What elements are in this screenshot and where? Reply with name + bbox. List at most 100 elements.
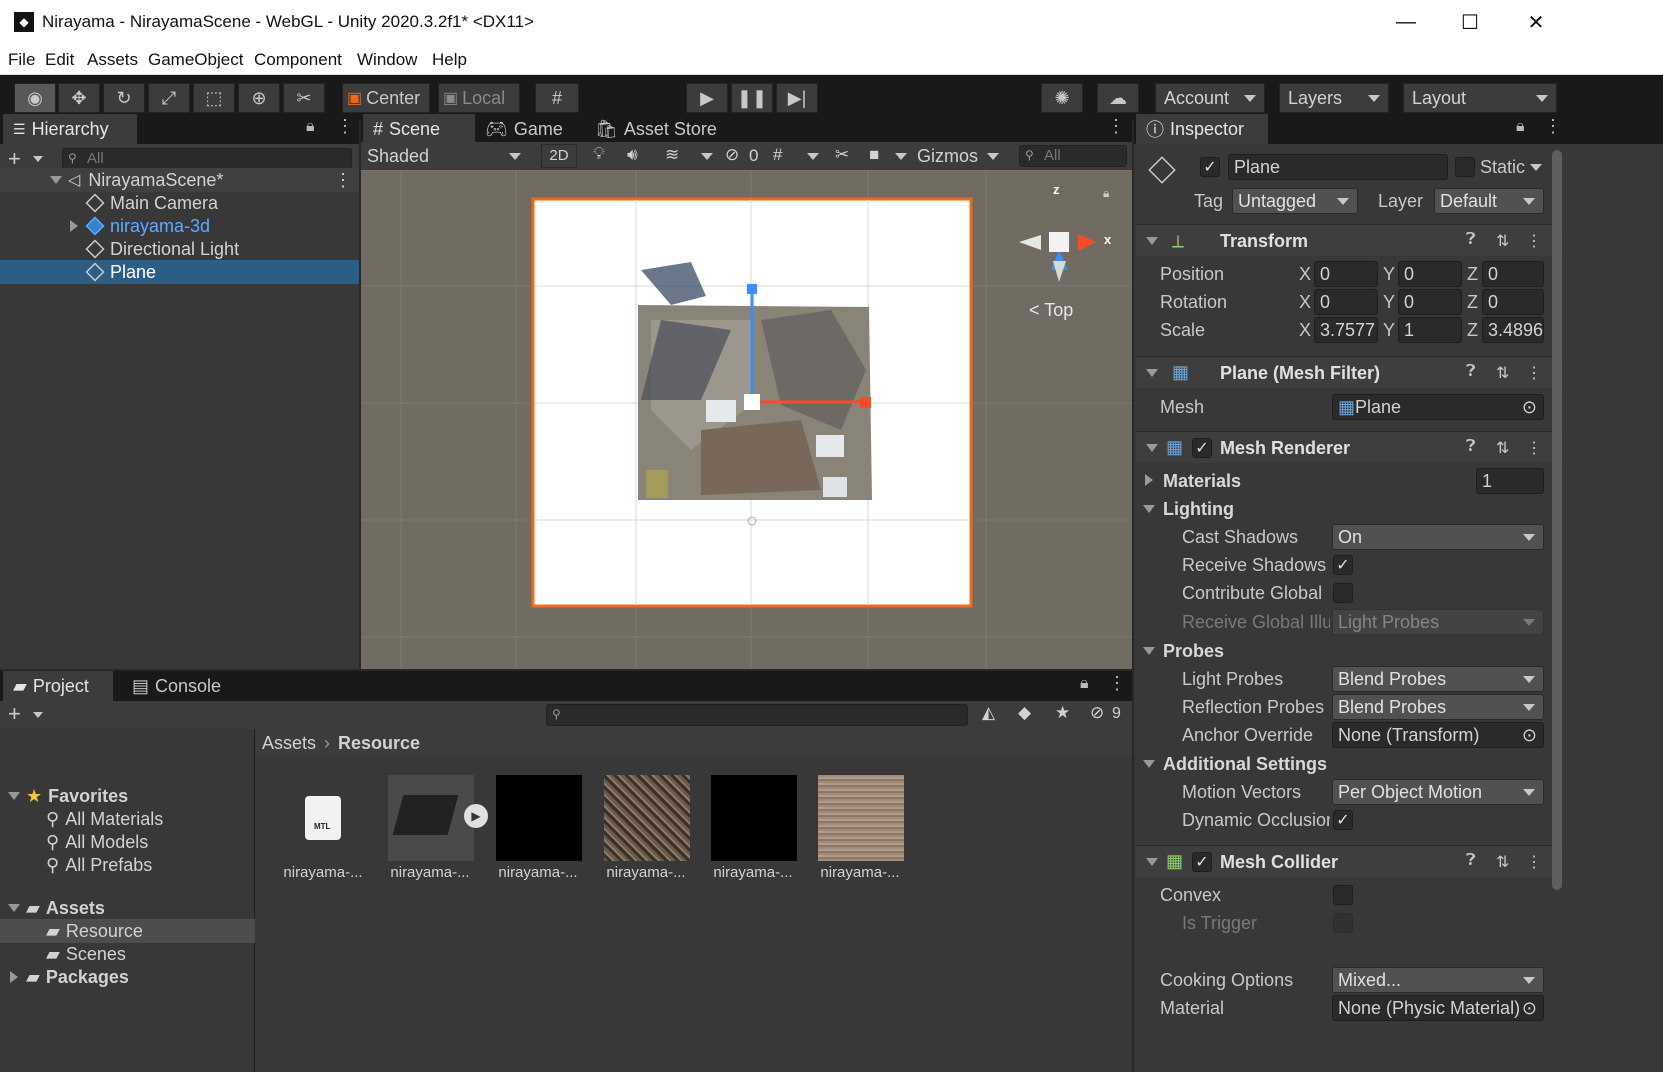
- object-picker-icon[interactable]: ⊙: [1522, 395, 1537, 419]
- tab-inspector[interactable]: ⓘ Inspector: [1136, 114, 1268, 144]
- mesh-renderer-header[interactable]: ▦ ✓ Mesh Renderer ❓︎ ⇅ ⋮: [1136, 431, 1563, 463]
- mode-2d-button[interactable]: 2D: [541, 144, 577, 168]
- kebab-menu-icon[interactable]: ⋮: [1526, 363, 1542, 383]
- expand-icon[interactable]: [8, 792, 20, 800]
- object-picker-icon[interactable]: ⊙: [1521, 996, 1537, 1020]
- collapse-icon[interactable]: [1143, 647, 1155, 655]
- menu-assets[interactable]: Assets: [87, 50, 138, 70]
- scene-row[interactable]: ◁ NirayamaScene* ⋮: [0, 168, 359, 192]
- expand-icon[interactable]: [70, 220, 78, 232]
- help-icon[interactable]: ❓︎: [1466, 231, 1476, 249]
- account-dropdown[interactable]: Account: [1155, 83, 1265, 113]
- folder-scenes[interactable]: ▰ Scenes: [0, 942, 126, 966]
- custom-tool-icon[interactable]: ✂: [283, 83, 325, 113]
- scale-x-field[interactable]: 3.7577: [1314, 317, 1378, 343]
- rotation-x-field[interactable]: 0: [1314, 289, 1378, 315]
- gizmos-dropdown[interactable]: Gizmos: [913, 142, 1003, 170]
- collapse-icon[interactable]: [1146, 444, 1158, 452]
- lock-icon[interactable]: 🔒︎: [1516, 118, 1525, 136]
- step-icon[interactable]: ▶|: [776, 83, 818, 113]
- mesh-renderer-enabled-checkbox[interactable]: ✓: [1192, 438, 1212, 458]
- presets-icon[interactable]: ⇅: [1496, 852, 1509, 872]
- chevron-down-icon[interactable]: [33, 156, 43, 162]
- maximize-icon[interactable]: ☐: [1450, 6, 1490, 38]
- additional-settings-foldout[interactable]: Additional Settings: [1163, 754, 1327, 775]
- scale-tool-icon[interactable]: ⤢: [148, 83, 190, 113]
- mesh-filter-header[interactable]: ▦ Plane (Mesh Filter) ❓︎ ⇅ ⋮: [1136, 356, 1563, 388]
- kebab-menu-icon[interactable]: ⋮: [1526, 231, 1542, 251]
- rotation-y-field[interactable]: 0: [1398, 289, 1462, 315]
- tab-hierarchy[interactable]: ☰ Hierarchy: [3, 114, 137, 144]
- menu-window[interactable]: Window: [357, 50, 417, 70]
- shading-mode-dropdown[interactable]: Shaded: [361, 142, 529, 170]
- chevron-down-icon[interactable]: [33, 712, 43, 718]
- mtl-file-icon[interactable]: MTL: [305, 796, 341, 840]
- convex-checkbox[interactable]: [1333, 885, 1353, 905]
- tools-icon[interactable]: ✂: [835, 145, 849, 165]
- hidden-objects-icon[interactable]: ⊘: [725, 145, 739, 165]
- rotation-z-field[interactable]: 0: [1482, 289, 1544, 315]
- close-icon[interactable]: ✕: [1516, 6, 1556, 38]
- view-orientation-label[interactable]: < Top: [1029, 300, 1073, 321]
- position-y-field[interactable]: 0: [1398, 261, 1462, 287]
- packages-folder[interactable]: ▰ Packages: [0, 965, 129, 989]
- static-checkbox[interactable]: [1455, 157, 1475, 177]
- help-icon[interactable]: ❓︎: [1466, 363, 1476, 381]
- mesh-collider-header[interactable]: ▦ ✓ Mesh Collider ❓︎ ⇅ ⋮: [1136, 845, 1563, 877]
- kebab-menu-icon[interactable]: ⋮: [1544, 116, 1562, 137]
- transform-tool-icon[interactable]: ⊕: [238, 83, 280, 113]
- lock-icon[interactable]: 🔒︎: [1080, 675, 1089, 693]
- help-icon[interactable]: ❓︎: [1466, 438, 1476, 456]
- receive-shadows-checkbox[interactable]: ✓: [1333, 555, 1353, 575]
- collapse-icon[interactable]: [1146, 858, 1158, 866]
- minimize-icon[interactable]: —: [1386, 6, 1426, 38]
- position-z-field[interactable]: 0: [1482, 261, 1544, 287]
- kebab-menu-icon[interactable]: ⋮: [1526, 438, 1542, 458]
- collapse-icon[interactable]: [1143, 760, 1155, 768]
- grid-snap-icon[interactable]: #: [535, 83, 579, 113]
- materials-foldout[interactable]: Materials: [1163, 471, 1241, 492]
- tab-game[interactable]: 🎮︎ Game: [475, 114, 573, 144]
- favorite-star-icon[interactable]: ★: [1055, 703, 1070, 723]
- probes-foldout[interactable]: Probes: [1163, 641, 1224, 662]
- object-name-field[interactable]: Plane: [1228, 154, 1448, 180]
- hidden-packages-icon[interactable]: ⊘: [1090, 703, 1104, 723]
- position-x-field[interactable]: 0: [1314, 261, 1378, 287]
- presets-icon[interactable]: ⇅: [1496, 231, 1509, 251]
- favorites-group[interactable]: ★ Favorites: [0, 784, 128, 808]
- pivot-center-button[interactable]: ▣ Center: [342, 83, 430, 113]
- filter-by-type-icon[interactable]: ◭: [982, 703, 995, 723]
- lock-icon[interactable]: 🔒︎: [306, 118, 315, 136]
- cloud-icon[interactable]: ☁: [1097, 83, 1139, 113]
- scale-y-field[interactable]: 1: [1398, 317, 1462, 343]
- asset-thumb-model[interactable]: [388, 775, 474, 861]
- kebab-menu-icon[interactable]: ⋮: [1108, 673, 1126, 694]
- asset-thumb-texture-noise[interactable]: [604, 775, 690, 861]
- hierarchy-item-directional-light[interactable]: Directional Light: [0, 237, 239, 261]
- lock-icon[interactable]: 🔒︎: [1103, 186, 1109, 201]
- kebab-menu-icon[interactable]: ⋮: [334, 170, 352, 191]
- expand-icon[interactable]: [8, 904, 20, 912]
- mesh-collider-enabled-checkbox[interactable]: ✓: [1192, 852, 1212, 872]
- cooking-options-dropdown[interactable]: Mixed...: [1332, 967, 1544, 993]
- expand-icon[interactable]: [50, 176, 62, 184]
- menu-gameobject[interactable]: GameObject: [148, 50, 243, 70]
- collapse-icon[interactable]: [1143, 505, 1155, 513]
- contribute-gi-checkbox[interactable]: [1333, 583, 1353, 603]
- chevron-down-icon[interactable]: [1530, 164, 1542, 171]
- tab-scene[interactable]: # Scene: [363, 114, 475, 144]
- layers-dropdown[interactable]: Layers: [1279, 83, 1389, 113]
- scene-viewport[interactable]: z x 🔒︎ < Top: [361, 170, 1132, 669]
- help-icon[interactable]: ❓︎: [1466, 852, 1476, 870]
- rotate-tool-icon[interactable]: ↻: [103, 83, 145, 113]
- collapse-icon[interactable]: [1146, 369, 1158, 377]
- chevron-down-icon[interactable]: [895, 153, 907, 160]
- chevron-down-icon[interactable]: [807, 153, 819, 160]
- physic-material-field[interactable]: None (Physic Material) ⊙: [1332, 995, 1544, 1021]
- pivot-local-button[interactable]: ▣ Local: [438, 83, 520, 113]
- kebab-menu-icon[interactable]: ⋮: [1107, 116, 1125, 137]
- menu-file[interactable]: File: [8, 50, 35, 70]
- layer-dropdown[interactable]: Default: [1434, 188, 1544, 214]
- breadcrumb-assets[interactable]: Assets: [262, 733, 316, 754]
- kebab-menu-icon[interactable]: ⋮: [1526, 852, 1542, 872]
